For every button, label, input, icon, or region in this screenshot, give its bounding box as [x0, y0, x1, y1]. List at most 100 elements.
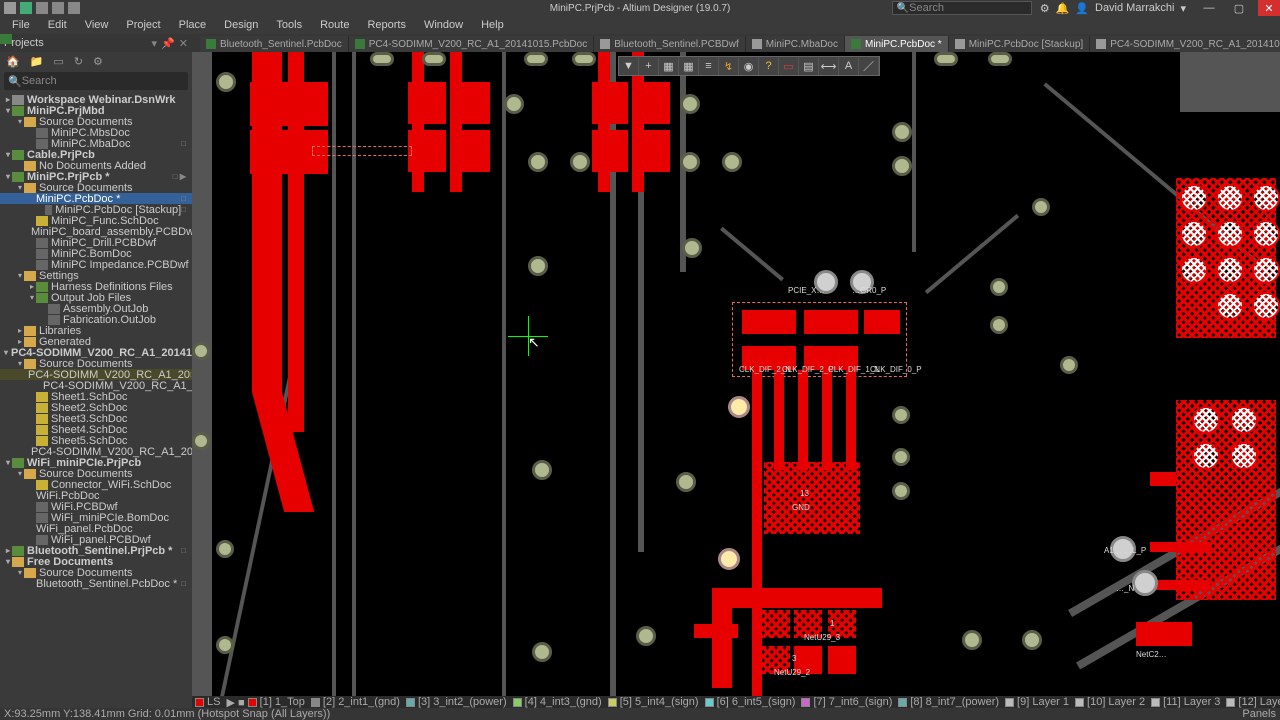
layer-tab[interactable]: [2] 2_int1_(gnd) [308, 696, 403, 708]
tree-item[interactable]: Sheet2.SchDoc [0, 402, 192, 413]
save-icon[interactable] [20, 2, 32, 14]
document-tab[interactable]: PC4-SODIMM_V200_RC_A1_20141015.PcbDoc [S… [1090, 36, 1280, 52]
tree-item[interactable]: No Documents Added [0, 160, 192, 171]
tree-item[interactable]: WiFi.PCBDwf [0, 501, 192, 512]
maximize-button[interactable]: ▢ [1228, 0, 1250, 16]
redo-icon[interactable] [68, 2, 80, 14]
tree-item[interactable]: ▸Generated [0, 336, 192, 347]
gear-icon[interactable]: ⚙ [1040, 2, 1050, 15]
menu-edit[interactable]: Edit [40, 17, 75, 33]
tree-item[interactable]: ▾Cable.PrjPcb [0, 149, 192, 160]
tree-item[interactable]: ▾Source Documents [0, 182, 192, 193]
line-icon[interactable]: ／ [859, 57, 879, 75]
layer-tab[interactable]: [4] 4_int3_(gnd) [510, 696, 605, 708]
tree-item[interactable]: ▾MiniPC.PrjMbd [0, 105, 192, 116]
tree-item[interactable]: ▾PC4-SODIMM_V200_RC_A1_201410 [0, 347, 192, 358]
folder-icon[interactable]: 📁 [30, 55, 44, 68]
tree-item[interactable]: Connector_WiFi.SchDoc [0, 479, 192, 490]
tree-item[interactable]: WiFi_panel.PCBDwf [0, 534, 192, 545]
tree-item[interactable]: MiniPC.MbsDoc [0, 127, 192, 138]
document-tab[interactable]: MiniPC.PcbDoc [Stackup] [949, 36, 1091, 52]
tree-item[interactable]: PC4-SODIMM_V200_RC_A1_2□ [0, 380, 192, 391]
menu-window[interactable]: Window [416, 17, 471, 33]
tree-item[interactable]: ▾Source Documents [0, 468, 192, 479]
panels-button[interactable]: Panels [1242, 708, 1276, 720]
menu-help[interactable]: Help [473, 17, 512, 33]
route-icon[interactable]: ↯ [719, 57, 739, 75]
layer-icon[interactable]: ▤ [799, 57, 819, 75]
tree-item[interactable]: MiniPC.MbaDoc□ [0, 138, 192, 149]
user-area[interactable]: ⚙ 🔔 👤 David Marrakchi ▾ [1040, 2, 1186, 15]
layer-tabs[interactable]: LS▶ ■ [1] 1_Top[2] 2_int1_(gnd)[3] 3_int… [192, 696, 1280, 708]
tree-item[interactable]: Sheet4.SchDoc [0, 424, 192, 435]
undo-icon[interactable] [52, 2, 64, 14]
via-icon[interactable]: ◉ [739, 57, 759, 75]
tree-item[interactable]: Bluetooth_Sentinel.PcbDoc *□ [0, 578, 192, 589]
layer-tab[interactable]: ▶ ■ [1] 1_Top [223, 696, 307, 708]
info-icon[interactable]: ? [759, 57, 779, 75]
tree-item[interactable]: MiniPC_board_assembly.PCBDwf [0, 226, 192, 237]
tree-item[interactable]: Sheet3.SchDoc [0, 413, 192, 424]
tree-item[interactable]: MiniPC.PcbDoc *□ [0, 193, 192, 204]
component-icon[interactable]: ▭ [53, 55, 63, 68]
rect-icon[interactable]: ▭ [779, 57, 799, 75]
open-icon[interactable] [36, 2, 48, 14]
layer-tab[interactable]: [12] Layer 4 [1223, 696, 1280, 708]
grid1-icon[interactable]: ▦ [659, 57, 679, 75]
tree-item[interactable]: MiniPC.BomDoc [0, 248, 192, 259]
menu-file[interactable]: File [4, 17, 38, 33]
layer-tab[interactable]: [10] Layer 2 [1072, 696, 1148, 708]
refresh-icon[interactable]: ↻ [74, 55, 83, 68]
dim-icon[interactable]: ⟷ [819, 57, 839, 75]
bell-icon[interactable]: 🔔 [1056, 2, 1070, 15]
menu-project[interactable]: Project [118, 17, 168, 33]
tree-item[interactable]: MiniPC.PcbDoc [Stackup]□ [0, 204, 192, 215]
tree-item[interactable]: WiFi.PcbDoc [0, 490, 192, 501]
layer-tab[interactable]: [6] 6_int5_(sign) [702, 696, 799, 708]
document-tab[interactable]: MiniPC.PcbDoc * [845, 36, 949, 52]
chevron-down-icon[interactable]: ▾ [1180, 2, 1186, 15]
menu-view[interactable]: View [77, 17, 117, 33]
home-icon[interactable]: 🏠 [6, 55, 20, 68]
menu-design[interactable]: Design [216, 17, 266, 33]
tree-item[interactable]: ▾Free Documents [0, 556, 192, 567]
tree-item[interactable]: PC4-SODIMM_V200_RC_A1_20□ [0, 369, 192, 380]
menu-reports[interactable]: Reports [359, 17, 414, 33]
tree-item[interactable]: MiniPC_Drill.PCBDwf [0, 237, 192, 248]
text-icon[interactable]: A [839, 57, 859, 75]
minimize-button[interactable]: — [1198, 0, 1220, 16]
tree-item[interactable]: ▾Settings [0, 270, 192, 281]
document-tab[interactable]: MiniPC.MbaDoc [746, 36, 845, 52]
tree-item[interactable]: ▸Harness Definitions Files [0, 281, 192, 292]
tree-item[interactable]: ▾Source Documents [0, 116, 192, 127]
tree-item[interactable]: ▸Bluetooth_Sentinel.PrjPcb *□ [0, 545, 192, 556]
document-tab[interactable]: PC4-SODIMM_V200_RC_A1_20141015.PcbDoc [349, 36, 594, 52]
layer-tab[interactable]: [7] 7_int6_(sign) [798, 696, 895, 708]
settings-icon[interactable]: ⚙ [93, 55, 103, 68]
layer-tab[interactable]: LS [192, 696, 223, 708]
filter-icon[interactable]: ▼ [619, 57, 639, 75]
tree-item[interactable]: Sheet1.SchDoc [0, 391, 192, 402]
tree-item[interactable]: ▸Libraries [0, 325, 192, 336]
layer-tab[interactable]: [3] 3_int2_(power) [403, 696, 510, 708]
tree-item[interactable]: ▾Output Job Files [0, 292, 192, 303]
panel-search[interactable]: 🔍 Search [4, 72, 188, 90]
align-icon[interactable]: ≡ [699, 57, 719, 75]
tree-item[interactable]: MiniPC Impedance.PCBDwf [0, 259, 192, 270]
tree-item[interactable]: ▾Source Documents [0, 567, 192, 578]
panel-header[interactable]: Projects ▾📌✕ [0, 34, 192, 52]
layer-tab[interactable]: [11] Layer 3 [1148, 696, 1223, 708]
pcb-editor[interactable]: ↖ PCIE_X……GR0_PCLK_DIF_2_NCLK_DIF_2_PCLK… [192, 52, 1280, 696]
global-search[interactable]: 🔍 Search [892, 1, 1032, 15]
tree-item[interactable]: MiniPC_Func.SchDoc [0, 215, 192, 226]
layer-tab[interactable]: [8] 8_int7_(power) [895, 696, 1002, 708]
tree-item[interactable]: ▾Source Documents [0, 358, 192, 369]
tree-item[interactable]: ▾MiniPC.PrjPcb *□ ▶ [0, 171, 192, 182]
tree-item[interactable]: ▾WiFi_miniPCIe.PrjPcb [0, 457, 192, 468]
plus-icon[interactable]: + [639, 57, 659, 75]
document-tab[interactable]: Bluetooth_Sentinel.PcbDoc [200, 36, 349, 52]
layer-tab[interactable]: [5] 5_int4_(sign) [605, 696, 702, 708]
tree-item[interactable]: PC4-SODIMM_V200_RC_A1_20 [0, 446, 192, 457]
menu-route[interactable]: Route [312, 17, 357, 33]
tree-item[interactable]: WiFi_miniPCIe.BomDoc [0, 512, 192, 523]
